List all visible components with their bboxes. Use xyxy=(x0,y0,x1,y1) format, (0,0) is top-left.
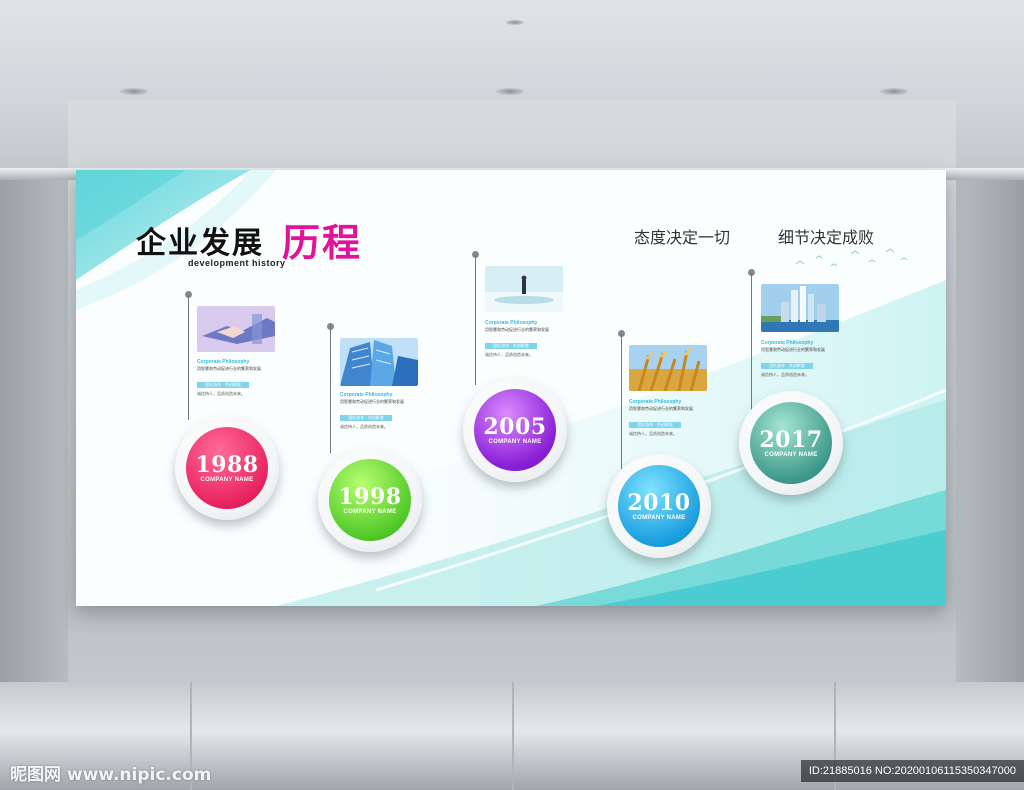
year-label: 1988 xyxy=(195,452,259,478)
timeline-stem xyxy=(475,255,476,385)
milestone-body: 用智慧和劳动促进行业的繁荣和发展 xyxy=(761,347,825,352)
year-badge-2010: 2010 COMPANY NAME xyxy=(618,465,700,547)
page-title: 企业发展 xyxy=(136,226,264,261)
milestone-tag-label: 团队协作 · 共创辉煌 xyxy=(205,382,241,387)
right-wall xyxy=(956,178,1024,683)
year-label: 2017 xyxy=(759,427,823,453)
city-skyline-photo xyxy=(761,284,839,332)
ceiling-light xyxy=(496,88,524,95)
skyscraper-photo xyxy=(340,338,418,386)
timeline-stem xyxy=(330,327,331,453)
company-name: COMPANY NAME xyxy=(200,477,254,483)
year-badge-2017: 2017 COMPANY NAME xyxy=(750,402,832,484)
history-board: 企业发展 历程 development history 态度决定一切 细节决定成… xyxy=(76,170,946,606)
ceiling-light xyxy=(880,88,908,95)
handshake-photo xyxy=(197,306,275,352)
milestone-body: 用智慧和劳动促进行业的繁荣和发展 xyxy=(340,399,404,404)
wheat-photo xyxy=(629,345,707,391)
milestone-footnote: 诚信待人，品质创造未来。 xyxy=(761,372,809,377)
floor-seam xyxy=(512,682,514,790)
milestone-tag-label: 团队协作 · 共创辉煌 xyxy=(493,343,529,348)
company-name: COMPANY NAME xyxy=(488,439,542,445)
milestone-philosophy: Corporate Philosophy xyxy=(197,359,250,365)
slogan-left: 态度决定一切 xyxy=(634,228,731,247)
watermark-id: ID:21885016 NO:20200106115350347000 xyxy=(800,760,1024,782)
milestone-philosophy: Corporate Philosophy xyxy=(761,340,814,346)
milestone-body: 用智慧和劳动促进行业的繁荣和发展 xyxy=(197,366,261,371)
milestone-philosophy: Corporate Philosophy xyxy=(629,399,682,405)
company-name: COMPANY NAME xyxy=(343,509,397,515)
ceiling-light xyxy=(120,88,148,95)
businessman-photo xyxy=(485,266,563,312)
timeline-stem xyxy=(751,273,752,413)
milestone-philosophy: Corporate Philosophy xyxy=(340,392,393,398)
ceiling-light xyxy=(506,20,524,25)
milestone-tag-label: 团队协作 · 共创辉煌 xyxy=(637,422,673,427)
year-badge-1998: 1998 COMPANY NAME xyxy=(329,459,411,541)
year-label: 2005 xyxy=(483,414,547,440)
timeline-stem xyxy=(188,295,189,420)
left-wall xyxy=(0,178,68,683)
milestone-footnote: 诚信待人，品质创造未来。 xyxy=(485,352,533,357)
timeline-stem xyxy=(621,334,622,469)
year-label: 1998 xyxy=(338,484,402,510)
company-name: COMPANY NAME xyxy=(632,515,686,521)
watermark-logo-text: 昵图网 www.nipic.com xyxy=(10,765,212,785)
milestone-tag-label: 团队协作 · 共创辉煌 xyxy=(769,363,805,368)
birds-decoration xyxy=(795,248,908,267)
milestone-body: 用智慧和劳动促进行业的繁荣和发展 xyxy=(629,406,693,411)
milestone-philosophy: Corporate Philosophy xyxy=(485,320,538,326)
milestone-tag-label: 团队协作 · 共创辉煌 xyxy=(348,415,384,420)
milestone-body: 用智慧和劳动促进行业的繁荣和发展 xyxy=(485,327,549,332)
year-label: 2010 xyxy=(627,490,691,516)
year-badge-1988: 1988 COMPANY NAME xyxy=(186,427,268,509)
milestone-footnote: 诚信待人，品质创造未来。 xyxy=(340,424,388,429)
company-name: COMPANY NAME xyxy=(764,452,818,458)
page-title-highlight: 历程 xyxy=(282,221,363,265)
milestone-footnote: 诚信待人，品质创造未来。 xyxy=(629,431,677,436)
page-subtitle: development history xyxy=(188,258,286,268)
year-badge-2005: 2005 COMPANY NAME xyxy=(474,389,556,471)
milestone-footnote: 诚信待人，品质创造未来。 xyxy=(197,391,245,396)
